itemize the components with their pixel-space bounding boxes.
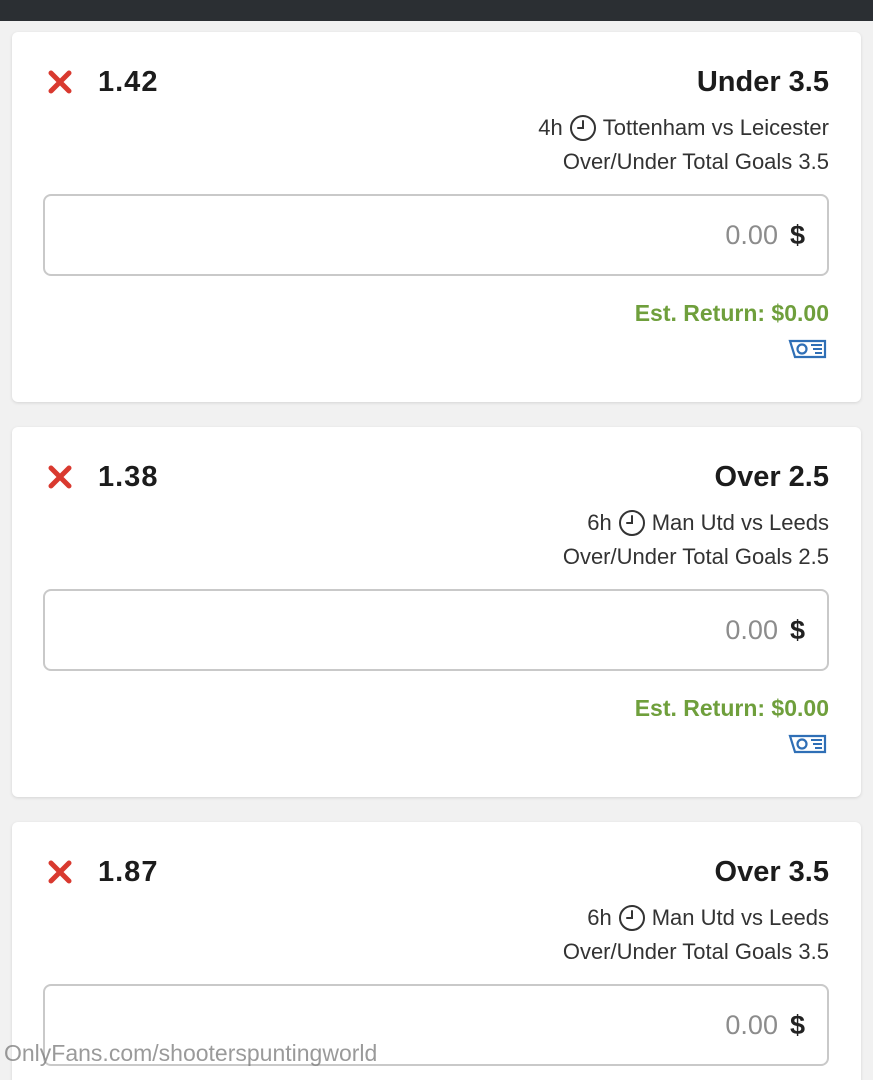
clock-icon	[618, 509, 646, 537]
remove-bet-button[interactable]	[46, 68, 74, 96]
match-name: Man Utd vs Leeds	[651, 905, 829, 930]
currency-symbol: $	[789, 219, 805, 250]
remove-bet-button[interactable]	[46, 858, 74, 886]
cash-icon[interactable]	[785, 731, 829, 757]
bet-slip-card: 1.38 Over 2.5 6h Man Utd vs Leeds Over/U…	[12, 427, 861, 797]
stake-value: 0.00	[725, 1009, 778, 1040]
start-time: 6h	[587, 510, 612, 535]
match-info: 4h Tottenham vs Leicester	[538, 114, 829, 142]
stake-value: 0.00	[725, 614, 778, 645]
stake-input[interactable]: 0.00 $	[43, 194, 829, 276]
top-bar	[0, 0, 873, 21]
close-icon	[48, 860, 72, 884]
bet-slip-card: 1.42 Under 3.5 4h Tottenham vs Leicester…	[12, 32, 861, 402]
odds-value: 1.38	[98, 461, 159, 493]
remove-bet-button[interactable]	[46, 463, 74, 491]
match-name: Tottenham vs Leicester	[602, 115, 829, 140]
stake-value: 0.00	[725, 219, 778, 250]
cash-icon[interactable]	[785, 336, 829, 362]
currency-symbol: $	[789, 1009, 805, 1040]
market-name: Over/Under Total Goals 3.5	[562, 149, 829, 174]
start-time: 6h	[587, 905, 612, 930]
est-return: Est. Return: $0.00	[634, 695, 829, 721]
market-name: Over/Under Total Goals 3.5	[562, 939, 829, 964]
watermark: OnlyFans.com/shooterspuntingworld	[4, 1040, 378, 1066]
odds-value: 1.42	[98, 66, 159, 98]
close-icon	[48, 70, 72, 94]
close-icon	[48, 465, 72, 489]
selection-title: Under 3.5	[696, 66, 829, 98]
selection-title: Over 2.5	[714, 461, 829, 493]
clock-icon	[618, 904, 646, 932]
match-info: 6h Man Utd vs Leeds	[587, 509, 829, 537]
selection-title: Over 3.5	[714, 856, 829, 888]
market-name: Over/Under Total Goals 2.5	[562, 544, 829, 569]
stake-input[interactable]: 0.00 $	[43, 589, 829, 671]
clock-icon	[569, 114, 597, 142]
currency-symbol: $	[789, 614, 805, 645]
est-return: Est. Return: $0.00	[634, 300, 829, 326]
start-time: 4h	[538, 115, 563, 140]
odds-value: 1.87	[98, 856, 159, 888]
match-name: Man Utd vs Leeds	[651, 510, 829, 535]
match-info: 6h Man Utd vs Leeds	[587, 904, 829, 932]
